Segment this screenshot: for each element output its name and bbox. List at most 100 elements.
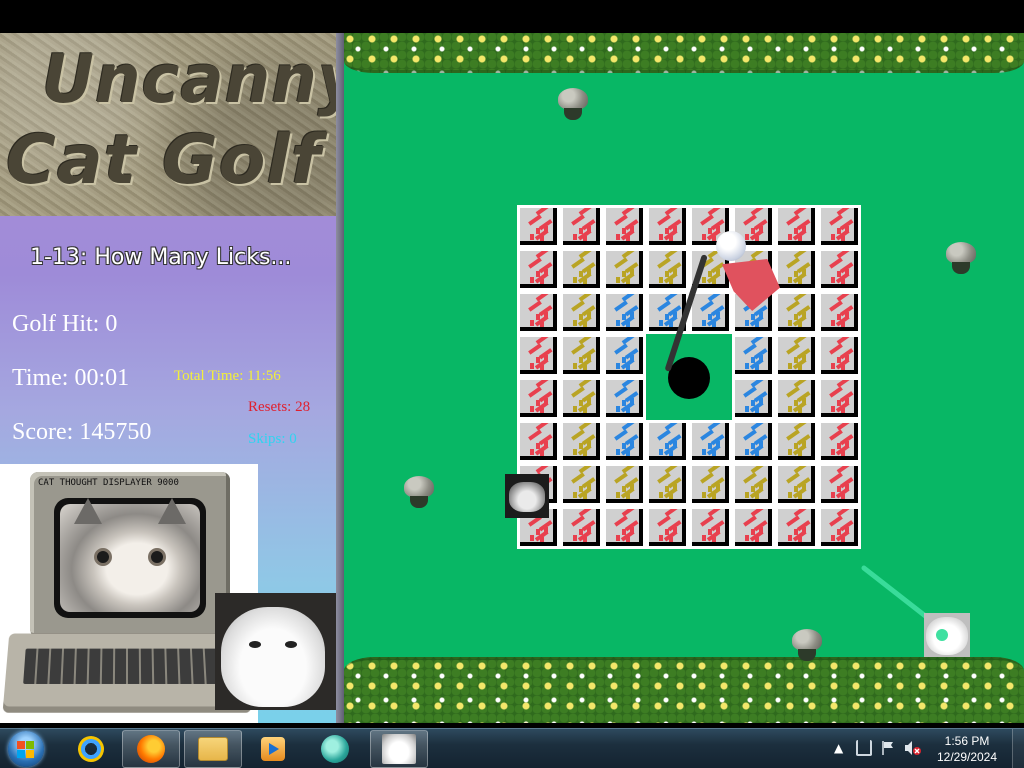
tile-block xyxy=(603,291,646,334)
golf-hole xyxy=(668,357,710,399)
golf-ball[interactable] xyxy=(936,629,948,641)
cat-ear-right xyxy=(158,498,186,524)
firefox-icon xyxy=(137,735,165,763)
tile-block xyxy=(689,506,732,549)
golf-hit-counter: Golf Hit: 0 xyxy=(12,311,118,337)
show-desktop-button[interactable] xyxy=(1012,729,1024,768)
tile-block xyxy=(646,463,689,506)
start-button[interactable] xyxy=(4,729,48,768)
tile-block xyxy=(818,463,861,506)
tile-block xyxy=(560,420,603,463)
tile-block xyxy=(775,205,818,248)
tile-block xyxy=(517,205,560,248)
tile-block xyxy=(775,420,818,463)
tile-block xyxy=(517,334,560,377)
tile-block xyxy=(818,205,861,248)
tile-block xyxy=(646,248,689,291)
media-icon xyxy=(261,737,285,761)
rock-obstacle xyxy=(946,242,976,276)
logo-text-line-1: Uncanny xyxy=(42,41,336,119)
tile-block xyxy=(603,463,646,506)
tile-block xyxy=(603,420,646,463)
cat-photo xyxy=(60,498,200,612)
tile-block xyxy=(517,420,560,463)
tile-block xyxy=(775,248,818,291)
tile-block xyxy=(818,420,861,463)
keyboard-keys xyxy=(23,648,225,684)
tile-block xyxy=(775,291,818,334)
tile-block xyxy=(560,334,603,377)
tile-block xyxy=(646,420,689,463)
taskbar-windows-explorer[interactable] xyxy=(184,730,242,768)
rock-obstacle xyxy=(558,88,588,122)
tile-block xyxy=(732,506,775,549)
panel-divider xyxy=(336,33,344,723)
tile-block xyxy=(775,506,818,549)
cat-eye-left xyxy=(249,641,261,648)
volume-muted-icon[interactable] xyxy=(904,740,921,756)
tile-block xyxy=(818,291,861,334)
action-center-flag-icon[interactable] xyxy=(880,740,896,756)
taskbar-internet-explorer[interactable] xyxy=(62,730,120,768)
network-icon[interactable] xyxy=(856,740,872,756)
tile-block xyxy=(818,248,861,291)
tile-block xyxy=(560,377,603,420)
game-logo: Uncanny Cat Golf xyxy=(0,33,336,216)
tile-block xyxy=(517,377,560,420)
tile-block xyxy=(732,463,775,506)
folder-icon xyxy=(198,737,228,761)
tile-block xyxy=(603,377,646,420)
cat-ear-left xyxy=(74,498,102,524)
tile-block xyxy=(560,291,603,334)
cat-reaction-photo xyxy=(215,593,336,710)
total-time: Total Time: 11:56 xyxy=(174,368,281,384)
system-tray: ▲ 1:56 PM 12/29/2024 xyxy=(834,729,1024,768)
tile-block xyxy=(775,377,818,420)
tile-block xyxy=(646,506,689,549)
tile-block xyxy=(517,291,560,334)
taskbar-firefox[interactable] xyxy=(122,730,180,768)
windows-logo-icon xyxy=(8,731,44,767)
cat-eye-right xyxy=(148,548,166,566)
clock[interactable]: 1:56 PM 12/29/2024 xyxy=(932,733,1002,765)
tile-block xyxy=(775,334,818,377)
level-timer: Time: 00:01 xyxy=(12,365,130,391)
taskbar: ▲ 1:56 PM 12/29/2024 xyxy=(0,728,1024,768)
show-hidden-icons-icon[interactable]: ▲ xyxy=(834,741,843,755)
tile-block xyxy=(818,377,861,420)
taskbar-game-app[interactable] xyxy=(306,730,364,768)
game-field[interactable] xyxy=(344,33,1024,723)
tile-block xyxy=(689,420,732,463)
game-icon xyxy=(321,735,349,763)
monitor: CAT THOUGHT DISPLAYER 9000 xyxy=(30,472,230,637)
tile-block xyxy=(689,463,732,506)
tile-block xyxy=(517,248,560,291)
tile-block xyxy=(818,334,861,377)
taskbar-cat-golf-window[interactable] xyxy=(370,730,428,768)
taskbar-media-player[interactable] xyxy=(244,730,302,768)
tile-block xyxy=(646,205,689,248)
tile-block xyxy=(732,334,775,377)
score-display: Score: 145750 xyxy=(12,419,152,445)
monitor-screen xyxy=(54,498,206,618)
tile-block xyxy=(818,506,861,549)
cat-sprite xyxy=(505,474,549,518)
ie-icon xyxy=(74,732,108,766)
tile-block xyxy=(603,205,646,248)
tile-block xyxy=(560,506,603,549)
flower-hedge-bottom xyxy=(344,657,1024,723)
cat-eye-left xyxy=(94,548,112,566)
skips-counter: Skips: 0 xyxy=(248,431,297,447)
tile-block xyxy=(732,420,775,463)
tile-block xyxy=(689,291,732,334)
clock-date: 12/29/2024 xyxy=(936,750,998,764)
screen: Uncanny Cat Golf 1-13: How Many Licks...… xyxy=(0,0,1024,768)
rock-obstacle xyxy=(792,629,822,663)
level-title: 1-13: How Many Licks... xyxy=(30,245,292,270)
cat-eye-right xyxy=(285,641,297,648)
tile-block xyxy=(560,248,603,291)
clock-time: 1:56 PM xyxy=(944,734,990,748)
tile-block xyxy=(560,205,603,248)
rock-obstacle xyxy=(404,476,434,510)
cat-face xyxy=(221,607,325,707)
